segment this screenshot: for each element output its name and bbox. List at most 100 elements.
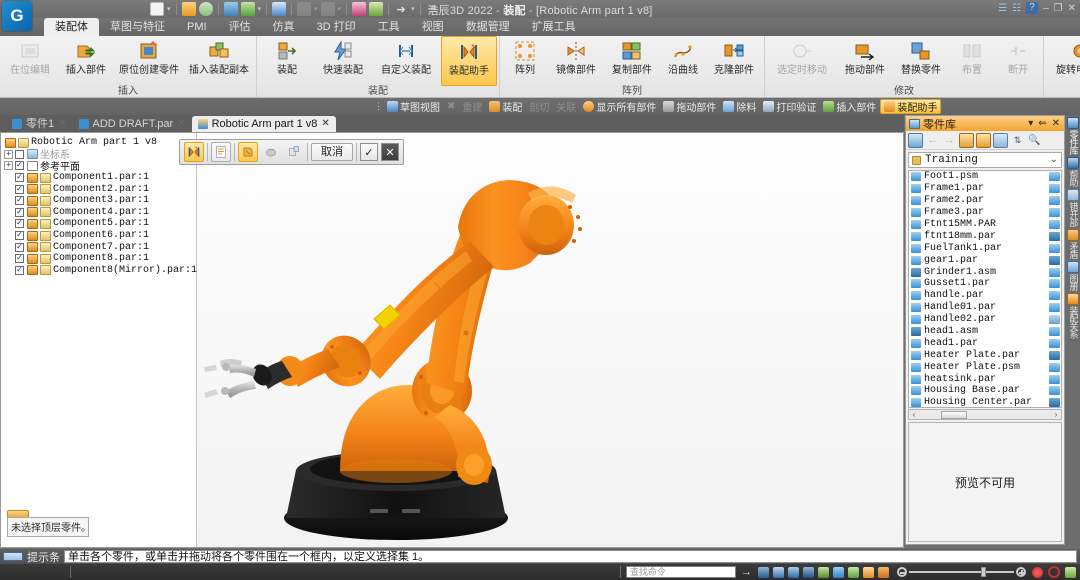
zoom-in-icon[interactable]: [1016, 567, 1026, 577]
ribbon-button-mirror-part[interactable]: 镜像部件: [548, 36, 604, 86]
paint-icon[interactable]: [352, 2, 367, 16]
ribbon-tab-evaluate[interactable]: 评估: [218, 18, 262, 36]
tree-node-component[interactable]: ✓ Component6.par:1: [4, 230, 193, 242]
ribbon-tab-tools[interactable]: 工具: [367, 18, 411, 36]
ribbon-button-rotary-motor[interactable]: 旋转电动机: [1046, 36, 1080, 86]
visibility-checkbox[interactable]: [15, 149, 24, 159]
tree-node-component[interactable]: ✓ Component1.par:1: [4, 172, 193, 184]
side-tab-assembly-relations[interactable]: 装配关系: [1067, 293, 1080, 338]
list-properties-icon[interactable]: [211, 142, 231, 162]
panel-close-icon[interactable]: ✕: [1051, 118, 1061, 129]
visibility-checkbox[interactable]: ✓: [15, 173, 24, 183]
notification-icon[interactable]: [1065, 566, 1076, 578]
tree-node-component[interactable]: ✓ Component7.par:1: [4, 241, 193, 253]
command-assembly[interactable]: 装配: [486, 99, 525, 114]
3d-viewport[interactable]: [198, 133, 903, 547]
tree-node-component[interactable]: ✓ Component2.par:1: [4, 183, 193, 195]
scroll-left-icon[interactable]: ‹: [909, 410, 919, 419]
ribbon-tab-pmi[interactable]: PMI: [176, 18, 218, 36]
visibility-checkbox[interactable]: ✓: [15, 161, 24, 171]
chevron-down-icon[interactable]: ⌄: [1050, 154, 1058, 166]
colors-icon[interactable]: [369, 2, 384, 16]
ribbon-button-along-curve[interactable]: 沿曲线: [660, 36, 706, 86]
tree-node-component[interactable]: ✓ Component3.par:1: [4, 195, 193, 207]
visibility-checkbox[interactable]: ✓: [15, 219, 24, 229]
visibility-checkbox[interactable]: ✓: [15, 184, 24, 194]
ribbon-button-assembly-assistant[interactable]: 装配助手: [441, 36, 497, 86]
new-folder-icon[interactable]: [976, 132, 991, 148]
cursor-icon[interactable]: ➔: [394, 2, 408, 16]
ribbon-button-insert-part[interactable]: 插入部件: [58, 36, 114, 86]
zoom-track[interactable]: [909, 567, 1014, 577]
parts-file-list[interactable]: Foot1.psm Frame1.par Frame2.par Frame3.p…: [908, 170, 1062, 408]
tree-node-component-mirror[interactable]: ✓ Component8(Mirror).par:1: [4, 265, 197, 277]
list-item[interactable]: Frame2.par: [909, 195, 1061, 207]
restore-button[interactable]: ❐: [1054, 3, 1063, 14]
zoom-area-icon[interactable]: [773, 566, 784, 578]
command-print-check[interactable]: 打印验证: [760, 99, 819, 114]
app-logo-icon[interactable]: G: [2, 1, 32, 31]
document-tab-add-draft[interactable]: ADD DRAFT.par ✕: [73, 116, 192, 132]
main-canvas[interactable]: Robotic Arm part 1 v8 + 坐标系 + ✓ 参考平面 ✓ C…: [0, 132, 904, 548]
list-item[interactable]: Heater Plate.psm: [909, 361, 1061, 373]
visibility-checkbox[interactable]: ✓: [15, 196, 24, 206]
ribbon-button-custom-assemble[interactable]: 自定义装配: [371, 36, 441, 86]
command-cutout[interactable]: 除料: [720, 99, 759, 114]
dismiss-button[interactable]: ✕: [381, 143, 399, 161]
tree-node-component[interactable]: ✓ Component8.par:1: [4, 253, 193, 265]
close-tab-icon[interactable]: ✕: [58, 116, 66, 132]
ribbon-tab-extended-tools[interactable]: 扩展工具: [521, 18, 587, 36]
cloud-shape-icon[interactable]: [261, 142, 281, 162]
zoom-handle[interactable]: [981, 567, 986, 577]
command-drag-part[interactable]: 拖动部件: [660, 99, 719, 114]
panel-menu-icon[interactable]: ▾: [1027, 118, 1034, 129]
forward-icon[interactable]: →: [942, 133, 957, 148]
tree-node-coordinate-system[interactable]: + 坐标系: [4, 149, 193, 162]
list-item[interactable]: Heater Plate.par: [909, 349, 1061, 361]
visibility-checkbox[interactable]: ✓: [15, 265, 24, 275]
side-tab-atlas[interactable]: 图册: [1067, 261, 1080, 290]
command-rebuild[interactable]: 重建: [459, 99, 485, 114]
command-insert-part[interactable]: 插入部件: [820, 99, 879, 114]
measure-icon[interactable]: [878, 566, 889, 578]
visibility-checkbox[interactable]: ✓: [15, 207, 24, 217]
sketch-icon[interactable]: [863, 566, 874, 578]
list-item[interactable]: head1.asm: [909, 326, 1061, 338]
ribbon-button-assemble[interactable]: 装配: [259, 36, 315, 86]
up-folder-icon[interactable]: [959, 132, 974, 148]
list-item[interactable]: Grinder1.asm: [909, 266, 1061, 278]
ribbon-button-copy-part[interactable]: 复制部件: [604, 36, 660, 86]
expand-icon[interactable]: +: [4, 161, 13, 171]
zoom-out-icon[interactable]: [897, 567, 907, 577]
select-part-icon[interactable]: [238, 142, 258, 162]
ribbon-button-quick-assemble[interactable]: 快速装配: [315, 36, 371, 86]
command-search-input[interactable]: 查找命令: [626, 566, 736, 578]
ribbon-button-disconnect[interactable]: 断开: [995, 36, 1041, 86]
save-icon[interactable]: ☷: [1012, 3, 1021, 14]
visibility-checkbox[interactable]: ✓: [15, 254, 24, 264]
ribbon-tab-sketch-features[interactable]: 草图与特征: [99, 18, 176, 36]
ribbon-tab-simulation[interactable]: 仿真: [262, 18, 306, 36]
home-folder-icon[interactable]: [908, 132, 923, 148]
list-item[interactable]: Handle01.par: [909, 302, 1061, 314]
list-item[interactable]: Housing Base.par: [909, 385, 1061, 397]
shade-icon[interactable]: [818, 566, 829, 578]
list-item[interactable]: Housing Center.par: [909, 397, 1061, 407]
ribbon-button-replace-part[interactable]: 替换零件: [893, 36, 949, 86]
list-item[interactable]: heatsink.par: [909, 373, 1061, 385]
list-item[interactable]: handle.par: [909, 290, 1061, 302]
scrollbar-thumb[interactable]: [941, 410, 967, 419]
minimize-button[interactable]: –: [1043, 3, 1049, 14]
scroll-right-icon[interactable]: ›: [1051, 410, 1061, 419]
side-tab-conflict[interactable]: 矛盾: [1067, 229, 1080, 258]
refresh-icon[interactable]: [198, 2, 213, 16]
command-show-all-parts[interactable]: 显示所有部件: [580, 99, 659, 114]
zoom-slider[interactable]: [897, 567, 1026, 577]
rotate-icon[interactable]: [833, 566, 844, 578]
expand-icon[interactable]: +: [4, 149, 13, 159]
ribbon-tab-data-management[interactable]: 数据管理: [455, 18, 521, 36]
parts-list-horizontal-scrollbar[interactable]: ‹ ›: [908, 409, 1062, 420]
list-item[interactable]: gear1.par: [909, 254, 1061, 266]
list-item[interactable]: Handle02.par: [909, 314, 1061, 326]
panel-pin-icon[interactable]: ⇐: [1037, 118, 1047, 129]
